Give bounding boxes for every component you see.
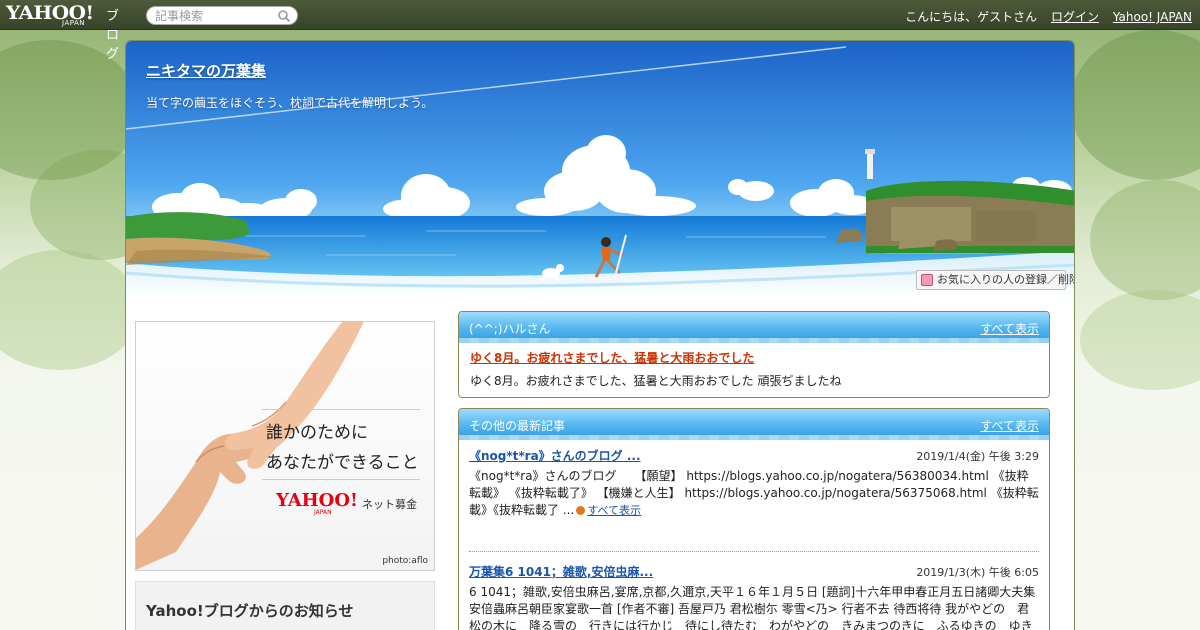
show-all-link[interactable]: すべて表示 (980, 320, 1039, 337)
search-input[interactable] (155, 8, 275, 24)
article-excerpt-text: 《nog*t*ra》さんのブログ 【願望】 https://blogs.yaho… (469, 469, 1039, 517)
logo-service-text: ブログ (106, 9, 120, 62)
friend-post-title-link[interactable]: ゆく8月。お疲れさまでした、猛暑と大雨おおでした (470, 349, 754, 366)
greeting-text: こんにちは、ゲストさん (905, 10, 1038, 24)
yahoo-blog-notice: Yahoo!ブログからのお知らせ (135, 581, 435, 630)
article-excerpt: 6 1041；雑歌,安倍虫麻呂,宴席,京都,久邇京,天平１６年１月５日 [題詞]… (469, 585, 1036, 630)
panel-title: その他の最新記事 (469, 419, 566, 433)
ad-divider-bottom (262, 479, 420, 480)
top-bar: YAHOO! JAPAN ブログ こんにちは、ゲストさん ログイン Yahoo!… (0, 0, 1200, 62)
article-title-link[interactable]: 《nog*t*ra》さんのブログ ... (469, 447, 641, 464)
top-nav: こんにちは、ゲストさん ログイン Yahoo! JAPAN (895, 8, 1192, 25)
search-icon[interactable] (277, 9, 291, 23)
favorite-register-label: お気に入りの人の登録／削除 (937, 273, 1075, 286)
login-link[interactable]: ログイン (1051, 10, 1099, 24)
ad-headline-line1: 誰かのために (266, 423, 368, 443)
panel-header: (^^;)ハルさん すべて表示 (459, 312, 1049, 343)
article-date: 2019/1/4(金) 午後 3:29 (916, 450, 1039, 463)
ad-yahoo-logo: YAHOO! (276, 490, 358, 511)
search-box (146, 6, 298, 25)
article-title-link[interactable]: 万葉集6 1041；雑歌,安倍虫麻... (469, 563, 653, 580)
yahoo-japan-link[interactable]: Yahoo! JAPAN (1113, 10, 1192, 24)
blog-banner: ニキタマの万葉集 当て字の繭玉をほぐそう、枕詞で古代を解明しよう。 お気に入りの… (126, 41, 1074, 299)
show-all-link[interactable]: すべて表示 (980, 417, 1039, 434)
latest-articles-panel: その他の最新記事 すべて表示 《nog*t*ra》さんのブログ ... 2019… (458, 408, 1050, 630)
article-excerpt: 《nog*t*ra》さんのブログ 【願望】 https://blogs.yaho… (469, 468, 1039, 519)
article-entry: 万葉集6 1041；雑歌,安倍虫麻... 2019/1/3(木) 午後 6:05… (469, 563, 1039, 630)
ad-headline-line2: あなたができること (266, 453, 419, 473)
handshake-illustration (136, 322, 364, 570)
notice-title: Yahoo!ブログからのお知らせ (146, 602, 354, 620)
article-entry: 《nog*t*ra》さんのブログ ... 2019/1/4(金) 午後 3:29… (469, 447, 1039, 527)
ad-yahoo-logo-sub: JAPAN (314, 509, 332, 516)
ad-divider-top (262, 409, 420, 410)
article-show-all-link[interactable]: すべて表示 (587, 504, 641, 517)
friend-blog-panel: (^^;)ハルさん すべて表示 ゆく8月。お疲れさまでした、猛暑と大雨おおでした… (458, 311, 1050, 398)
favorite-register-button[interactable]: お気に入りの人の登録／削除 (916, 270, 1074, 290)
logo-japan-text: JAPAN (62, 19, 86, 27)
panel-title: (^^;)ハルさん (469, 322, 551, 336)
ad-photo-credit: photo:aflo (382, 556, 428, 566)
friend-post-excerpt: ゆく8月。お疲れさまでした、猛暑と大雨おおでした 頑張ぢましたね (470, 374, 842, 388)
beach-illustration (126, 41, 1074, 299)
article-date: 2019/1/3(木) 午後 6:05 (916, 566, 1039, 579)
blog-description: 当て字の繭玉をほぐそう、枕詞で古代を解明しよう。 (146, 96, 434, 110)
blog-title[interactable]: ニキタマの万葉集 (146, 60, 266, 81)
donation-ad[interactable]: 誰かのために あなたができること YAHOO! JAPAN ネット募金 phot… (135, 321, 435, 571)
arrow-right-icon (576, 506, 586, 515)
panel-header: その他の最新記事 すべて表示 (459, 409, 1049, 440)
entry-divider (469, 551, 1039, 552)
favorite-icon (921, 274, 933, 286)
ad-service-name: ネット募金 (362, 498, 417, 511)
blog-container: ニキタマの万葉集 当て字の繭玉をほぐそう、枕詞で古代を解明しよう。 お気に入りの… (125, 40, 1075, 630)
